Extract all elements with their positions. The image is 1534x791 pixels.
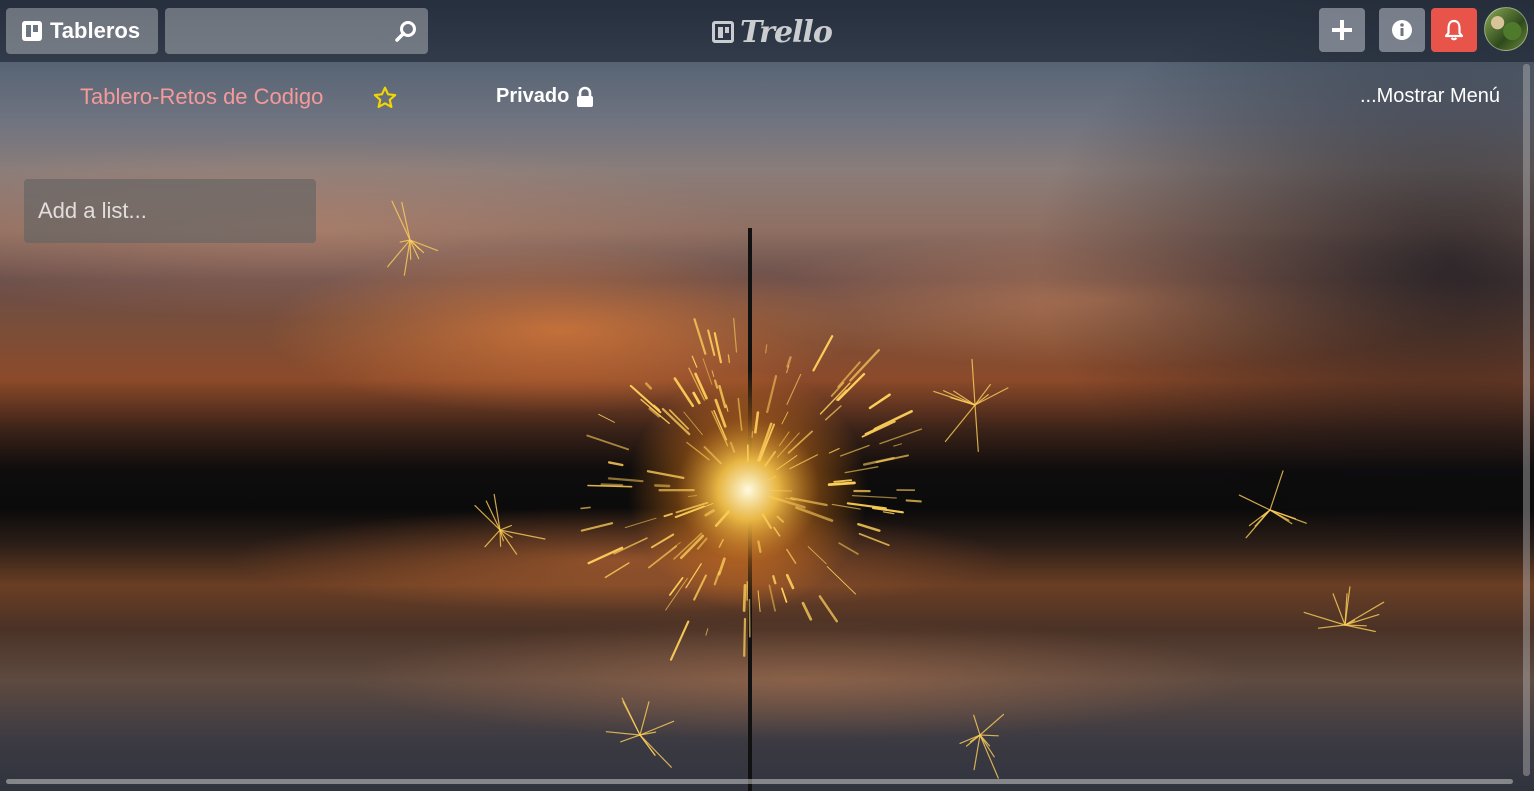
trello-logo-icon — [712, 21, 734, 43]
search-icon[interactable] — [394, 19, 418, 43]
privacy-button[interactable]: Privado — [496, 85, 595, 108]
plus-icon — [1332, 20, 1352, 40]
boards-button[interactable]: Tableros — [6, 8, 158, 54]
search-input[interactable] — [175, 8, 389, 56]
add-button[interactable] — [1319, 8, 1365, 52]
boards-icon — [22, 21, 42, 41]
horizontal-scrollbar[interactable] — [6, 779, 1513, 784]
avatar[interactable] — [1484, 7, 1528, 51]
privacy-label: Privado — [496, 85, 570, 107]
top-header: Tableros Trello — [0, 0, 1534, 62]
show-menu-button[interactable]: ...Mostrar Menú — [1360, 85, 1500, 108]
info-button[interactable] — [1379, 8, 1425, 52]
boards-button-label: Tableros — [50, 18, 141, 43]
lock-icon — [577, 86, 594, 107]
background-shade — [0, 0, 1534, 791]
add-list-input[interactable]: Add a list... — [24, 179, 316, 243]
trello-logo[interactable]: Trello — [712, 14, 833, 50]
star-icon[interactable] — [372, 85, 398, 111]
vertical-scrollbar[interactable] — [1523, 64, 1530, 776]
bell-icon — [1444, 19, 1464, 41]
board-title[interactable]: Tablero-Retos de Codigo — [80, 84, 323, 110]
notifications-button[interactable] — [1431, 8, 1477, 52]
info-icon — [1392, 20, 1412, 40]
search-box[interactable] — [165, 8, 428, 56]
trello-logo-text: Trello — [740, 14, 833, 50]
